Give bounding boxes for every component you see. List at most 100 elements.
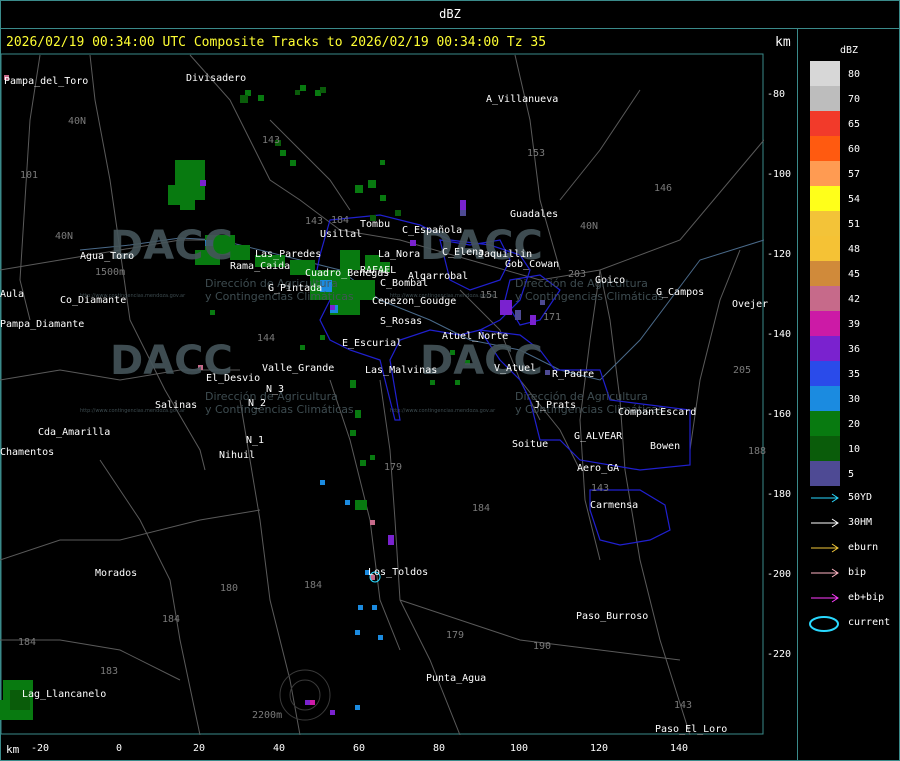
legend-panel: dBZ 80 70 65 60 57 54 51 48 45 42 39 36 35 30 20 10 5 50… — [797, 29, 900, 761]
place-label: Morados — [95, 568, 138, 579]
legend-value-label: 45 — [848, 269, 861, 280]
x-tick-label: 80 — [433, 743, 446, 754]
place-label: Carmensa — [590, 500, 639, 511]
road-label: 190 — [533, 641, 552, 652]
place-label: R_Padre — [552, 369, 595, 380]
legend-swatch — [810, 336, 840, 361]
track-label: current — [848, 617, 891, 628]
place-label: Rama_Caida — [230, 261, 291, 272]
legend-swatch — [810, 436, 840, 461]
road-label: 184 — [162, 614, 181, 625]
road-label: 179 — [384, 462, 403, 473]
place-label: S_Rosas — [380, 316, 423, 327]
legend-value-label: 54 — [848, 194, 861, 205]
watermark-logo: DACC — [420, 338, 543, 384]
legend-value-label: 39 — [848, 319, 861, 330]
place-label: C_Bombal — [380, 278, 429, 289]
road-label: 184 — [331, 215, 350, 226]
legend-value-label: 10 — [848, 444, 861, 455]
x-tick-label: 100 — [510, 743, 529, 754]
legend-swatch — [810, 61, 840, 86]
x-tick-label: 140 — [670, 743, 689, 754]
legend-swatch — [810, 461, 840, 486]
legend-value-label: 5 — [848, 469, 855, 480]
legend-value-label: 80 — [848, 69, 861, 80]
legend-value-label: 57 — [848, 169, 861, 180]
legend-value-label: 65 — [848, 119, 861, 130]
road-label: 188 — [748, 446, 767, 457]
legend-swatch — [810, 161, 840, 186]
y-tick-label: -140 — [767, 329, 792, 340]
place-label: Tombu — [360, 219, 391, 230]
track-label: 30HM — [848, 517, 873, 528]
track-label: 50YD — [848, 492, 873, 503]
place-label: Valle_Grande — [262, 363, 335, 374]
y-tick-label: -220 — [767, 649, 792, 660]
place-label: A_Villanueva — [486, 94, 559, 105]
road-label: 101 — [20, 170, 39, 181]
place-label: G_Pintada — [268, 283, 323, 294]
y-axis-unit: km — [775, 35, 791, 50]
place-label: Las_Paredes — [255, 249, 322, 260]
place-label: Usillal — [320, 229, 363, 240]
place-label: Punta_Agua — [426, 673, 487, 684]
y-tick-label: -100 — [767, 169, 792, 180]
watermark-url: http://www.contingencias.mendoza.gov.ar — [390, 408, 496, 414]
legend-value-label: 42 — [848, 294, 861, 305]
track-label: eb+bip — [848, 592, 885, 603]
road-label: 184 — [18, 637, 37, 648]
road-label: 143 — [262, 135, 281, 146]
legend-value-label: 35 — [848, 369, 861, 380]
place-label: Bowen — [650, 441, 681, 452]
legend-value-label: 70 — [848, 94, 861, 105]
road-label: 2200m — [252, 710, 283, 721]
place-label: Aero_GA — [577, 463, 620, 474]
place-label: N_1 — [246, 435, 265, 446]
radar-map[interactable]: DACC Dirección de Agricultura y Contingen… — [0, 53, 768, 736]
place-label: Nihuil — [219, 450, 256, 461]
legend-swatch — [810, 361, 840, 386]
place-label: Paso_Burroso — [576, 611, 649, 622]
place-label: RAFAEL — [360, 265, 397, 276]
x-tick-label: 0 — [116, 743, 123, 754]
place-label: Cepezon_Goudge — [372, 296, 457, 307]
place-label: G_Campos — [656, 287, 705, 298]
track-label: bip — [848, 567, 867, 578]
place-label: Salinas — [155, 400, 198, 411]
road-label: 205 — [733, 365, 752, 376]
road-label: 146 — [654, 183, 673, 194]
track-label: eburn — [848, 542, 879, 553]
legend-swatch — [810, 111, 840, 136]
place-label: Cda_Amarilla — [38, 427, 111, 438]
track-arrow-icon — [810, 543, 840, 553]
x-axis-unit: km — [6, 743, 20, 756]
place-label: G_ALVEAR — [574, 431, 623, 442]
y-tick-label: -80 — [767, 89, 786, 100]
legend-swatch — [810, 311, 840, 336]
place-label: Guadales — [510, 209, 559, 220]
place-label: Pampa_Diamante — [0, 319, 85, 330]
x-tick-label: 20 — [193, 743, 206, 754]
legend-swatch — [810, 261, 840, 286]
road-label: 151 — [480, 290, 499, 301]
place-label: Agua_Toro — [80, 251, 135, 262]
place-label: El_Desvio — [206, 373, 261, 384]
legend-value-label: 36 — [848, 344, 861, 355]
place-label: N_3 — [266, 384, 285, 395]
road-label: 184 — [304, 580, 323, 591]
road-label: 203 — [568, 269, 587, 280]
legend-swatch — [810, 386, 840, 411]
y-tick-label: -120 — [767, 249, 792, 260]
x-tick-label: 40 — [273, 743, 286, 754]
x-tick-label: -20 — [31, 743, 50, 754]
place-label: Co_Diamante — [60, 295, 127, 306]
place-label: Goico — [595, 275, 626, 286]
place-label: Ovejer — [732, 299, 769, 310]
place-label: Pampa_del_Toro — [4, 76, 89, 87]
place-label: N_2 — [248, 398, 267, 409]
legend-swatch — [810, 186, 840, 211]
legend-swatch — [810, 411, 840, 436]
legend-swatch — [810, 286, 840, 311]
legend-value-label: 48 — [848, 244, 861, 255]
place-label: Lag_Llancanelo — [22, 689, 107, 700]
